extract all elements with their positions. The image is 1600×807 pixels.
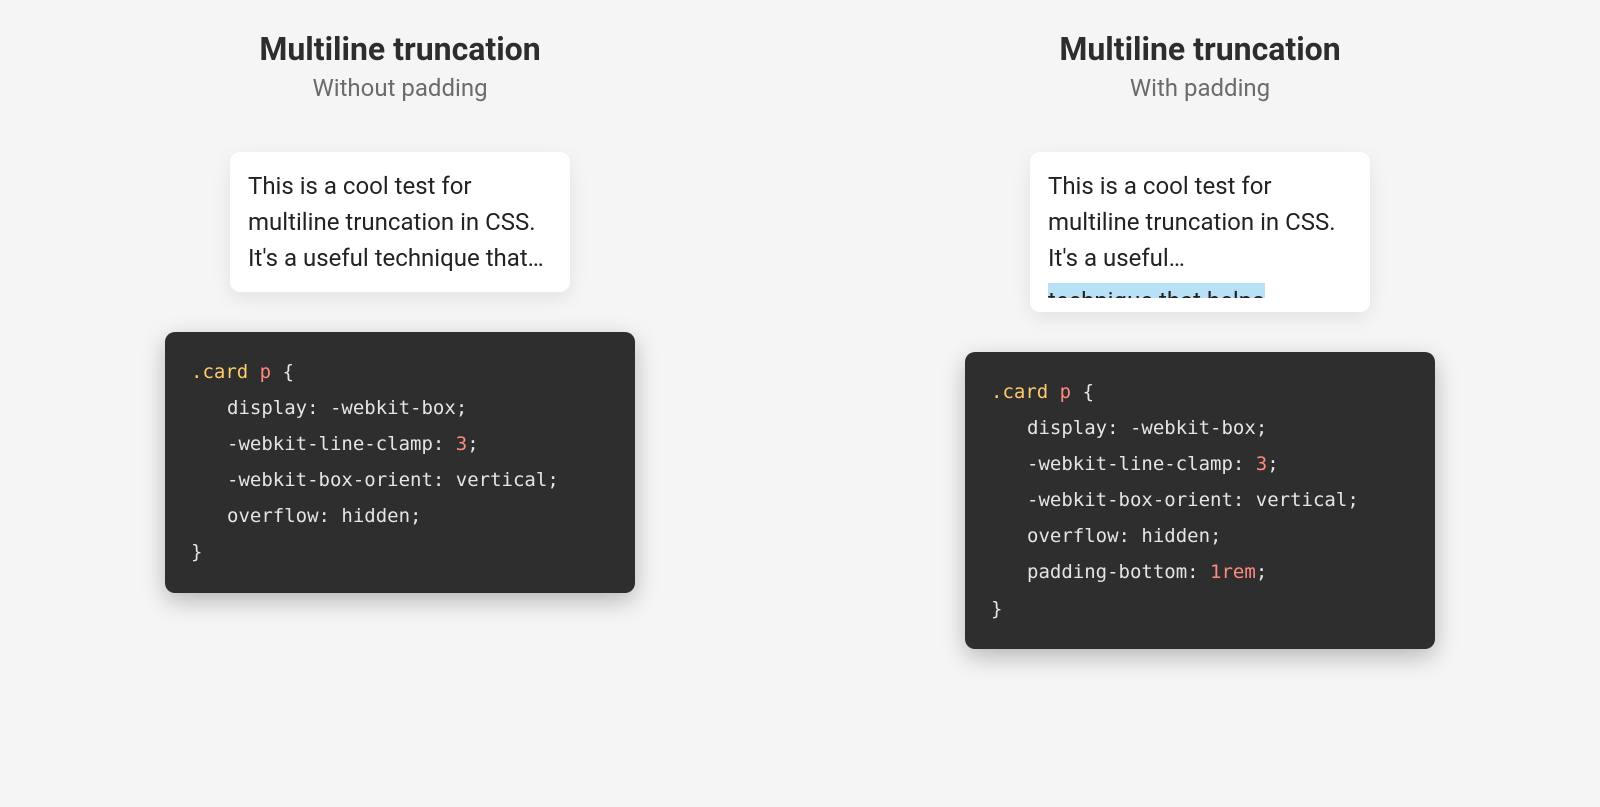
card-text-left: This is a cool test for multiline trunca… xyxy=(248,168,552,276)
code-close-line: } xyxy=(991,591,1409,627)
code-declaration-line: display: -webkit-box; xyxy=(991,410,1409,446)
code-declaration-line: overflow: hidden; xyxy=(191,498,609,534)
card-inner-left: This is a cool test for multiline trunca… xyxy=(230,152,570,292)
code-selector-line: .card p { xyxy=(191,354,609,390)
code-close-line: } xyxy=(191,534,609,570)
card-text-right: This is a cool test for multiline trunca… xyxy=(1048,168,1352,312)
code-declaration-line: -webkit-box-orient: vertical; xyxy=(191,462,609,498)
column-left: Multiline truncation Without padding Thi… xyxy=(0,30,800,593)
card-text-right-visible: This is a cool test for multiline trunca… xyxy=(1048,172,1336,272)
column-right: Multiline truncation With padding This i… xyxy=(800,30,1600,649)
title-right: Multiline truncation xyxy=(1059,30,1340,68)
code-declaration-line: padding-bottom: 1rem; xyxy=(991,554,1409,590)
code-declaration-line: -webkit-box-orient: vertical; xyxy=(991,482,1409,518)
code-selector-line: .card p { xyxy=(991,374,1409,410)
card-inner-right: This is a cool test for multiline trunca… xyxy=(1030,152,1370,312)
code-declaration-line: display: -webkit-box; xyxy=(191,390,609,426)
subtitle-right: With padding xyxy=(1130,74,1270,102)
title-left: Multiline truncation xyxy=(259,30,540,68)
subtitle-left: Without padding xyxy=(312,74,487,102)
code-block-right: .card p {display: -webkit-box;-webkit-li… xyxy=(965,352,1435,649)
code-declaration-line: -webkit-line-clamp: 3; xyxy=(191,426,609,462)
code-block-left: .card p {display: -webkit-box;-webkit-li… xyxy=(165,332,635,593)
code-declaration-line: -webkit-line-clamp: 3; xyxy=(991,446,1409,482)
code-declaration-line: overflow: hidden; xyxy=(991,518,1409,554)
card-right: This is a cool test for multiline trunca… xyxy=(1030,152,1370,312)
card-left: This is a cool test for multiline trunca… xyxy=(230,152,570,292)
